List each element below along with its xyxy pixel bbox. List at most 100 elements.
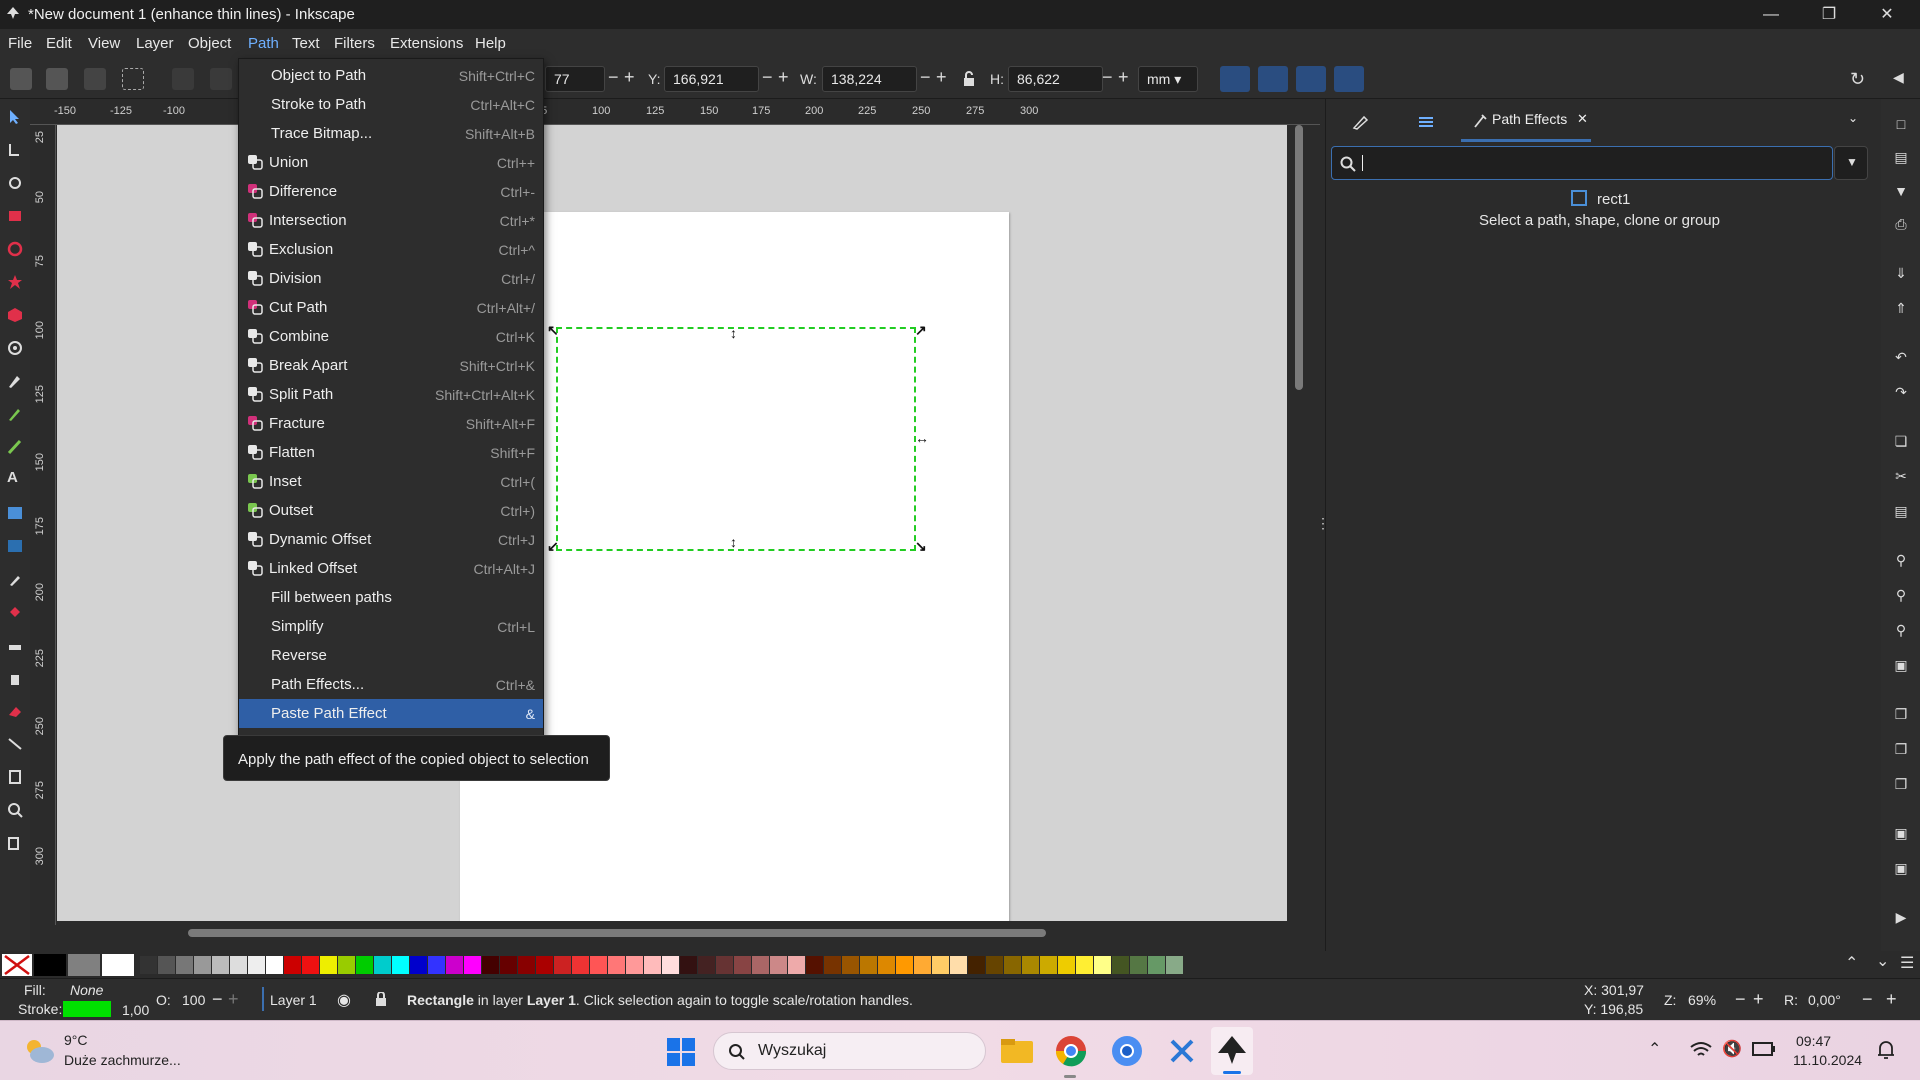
palette-swatch[interactable]: [302, 956, 319, 974]
ungroup-icon[interactable]: ▣: [1893, 860, 1909, 876]
palette-swatch[interactable]: [140, 956, 157, 974]
notification-bell-icon[interactable]: [1876, 1039, 1896, 1061]
layers-tab-icon[interactable]: [1417, 114, 1435, 130]
scale-handle-top-left[interactable]: ↖: [547, 323, 559, 337]
palette-swatch[interactable]: [284, 956, 301, 974]
menu-item-break-apart[interactable]: Break Apart Shift+Ctrl+K: [239, 351, 543, 380]
menu-item-fill-between-paths[interactable]: Fill between paths: [239, 583, 543, 612]
tab-path-effects[interactable]: Path Effects: [1492, 111, 1567, 127]
search-dropdown-button[interactable]: ▼: [1834, 146, 1868, 180]
zoom-selection-icon[interactable]: ⚲: [1893, 552, 1909, 568]
gray-swatch[interactable]: [68, 954, 100, 976]
h-increment-button[interactable]: +: [1118, 67, 1129, 88]
black-swatch[interactable]: [34, 954, 66, 976]
menu-item-intersection[interactable]: Intersection Ctrl+*: [239, 206, 543, 235]
3d-box-tool-icon[interactable]: [7, 307, 23, 323]
tweak-brush-tool-icon[interactable]: [7, 637, 23, 653]
menu-item-difference[interactable]: Difference Ctrl+-: [239, 177, 543, 206]
menu-item-fracture[interactable]: Fracture Shift+Alt+F: [239, 409, 543, 438]
palette-swatch[interactable]: [194, 956, 211, 974]
chrome-profile-icon[interactable]: [1111, 1035, 1143, 1067]
menu-item-inset[interactable]: Inset Ctrl+(: [239, 467, 543, 496]
zoom-tool-icon[interactable]: [7, 802, 23, 818]
palette-swatch[interactable]: [176, 956, 193, 974]
move-gradients-button[interactable]: [1296, 66, 1326, 92]
move-patterns-button[interactable]: [1334, 66, 1364, 92]
measure-tool-icon[interactable]: [7, 835, 23, 851]
palette-swatch[interactable]: [1004, 956, 1021, 974]
palette-menu-icon[interactable]: ☰: [1900, 953, 1914, 973]
copy-icon[interactable]: ❏: [1893, 433, 1909, 449]
palette-swatch[interactable]: [1166, 956, 1183, 974]
volume-muted-icon[interactable]: 🔇: [1722, 1039, 1742, 1059]
palette-swatch[interactable]: [680, 956, 697, 974]
unlink-clone-icon[interactable]: ❐: [1893, 776, 1909, 792]
menu-item-object-to-path[interactable]: Object to Path Shift+Ctrl+C: [239, 61, 543, 90]
palette-swatch[interactable]: [338, 956, 355, 974]
inkscape-taskbar-button[interactable]: [1211, 1027, 1253, 1075]
palette-swatch[interactable]: [464, 956, 481, 974]
opacity-increment-button[interactable]: +: [228, 989, 239, 1010]
palette-swatches[interactable]: [140, 956, 1890, 974]
redo-icon[interactable]: ↷: [1893, 384, 1909, 400]
palette-swatch[interactable]: [356, 956, 373, 974]
zoom-in-button[interactable]: +: [1753, 989, 1764, 1010]
print-icon[interactable]: ⎙: [1893, 216, 1909, 232]
menu-item-paste-path-effect[interactable]: Paste Path Effect &: [239, 699, 543, 728]
palette-swatch[interactable]: [1112, 956, 1129, 974]
palette-swatch[interactable]: [1148, 956, 1165, 974]
palette-swatch[interactable]: [230, 956, 247, 974]
spray-tool-icon[interactable]: [7, 670, 23, 686]
duplicate-icon[interactable]: ❐: [1893, 706, 1909, 722]
selected-rectangle[interactable]: [556, 327, 916, 551]
palette-swatch[interactable]: [698, 956, 715, 974]
wifi-icon[interactable]: [1690, 1041, 1712, 1059]
save-icon[interactable]: ▼: [1893, 183, 1909, 199]
scale-handle-bottom-right[interactable]: ↘: [915, 539, 927, 553]
zoom-out-button[interactable]: −: [1735, 989, 1746, 1010]
scale-handle-bottom-left[interactable]: ↙: [547, 539, 559, 553]
palette-swatch[interactable]: [212, 956, 229, 974]
paste-icon[interactable]: ▤: [1893, 503, 1909, 519]
fill-value[interactable]: None: [70, 982, 103, 998]
palette-swatch[interactable]: [896, 956, 913, 974]
chrome-icon[interactable]: [1055, 1035, 1087, 1067]
palette-swatch[interactable]: [590, 956, 607, 974]
palette-swatch[interactable]: [1022, 956, 1039, 974]
menu-item-division[interactable]: Division Ctrl+/: [239, 264, 543, 293]
menu-path[interactable]: Path: [248, 35, 279, 52]
group-icon[interactable]: ▣: [1893, 825, 1909, 841]
current-layer[interactable]: Layer 1: [270, 992, 317, 1008]
weather-desc[interactable]: Duże zachmurze...: [64, 1052, 181, 1068]
opacity-decrement-button[interactable]: −: [212, 989, 223, 1010]
palette-swatch[interactable]: [752, 956, 769, 974]
palette-swatch[interactable]: [572, 956, 589, 974]
lock-icon[interactable]: [375, 992, 387, 1007]
no-paint-swatch[interactable]: [2, 954, 32, 976]
clock-date[interactable]: 11.10.2024: [1793, 1052, 1862, 1068]
rotate-decrement-button[interactable]: −: [1862, 989, 1873, 1010]
menu-item-union[interactable]: Union Ctrl++: [239, 148, 543, 177]
palette-swatch[interactable]: [158, 956, 175, 974]
rotate-value[interactable]: 0,00°: [1808, 992, 1841, 1008]
menu-item-reverse[interactable]: Reverse: [239, 641, 543, 670]
spiral-tool-icon[interactable]: [7, 340, 23, 356]
menu-object[interactable]: Object: [188, 35, 231, 52]
rotate-ccw-icon[interactable]: [172, 68, 194, 90]
stroke-width[interactable]: 1,00: [122, 1002, 149, 1018]
palette-swatch[interactable]: [374, 956, 391, 974]
export-icon[interactable]: ⇑: [1893, 300, 1909, 316]
rectangle-tool-icon[interactable]: [7, 208, 23, 224]
palette-swatch[interactable]: [392, 956, 409, 974]
close-window-button[interactable]: ✕: [1858, 0, 1916, 29]
palette-swatch[interactable]: [878, 956, 895, 974]
scale-handle-top-right[interactable]: ↗: [915, 323, 927, 337]
tray-chevron-icon[interactable]: ⌃: [1648, 1039, 1661, 1059]
windows-start-icon[interactable]: [666, 1037, 696, 1067]
palette-swatch[interactable]: [1094, 956, 1111, 974]
lock-ratio-icon[interactable]: [962, 71, 976, 87]
stroke-color-indicator[interactable]: [63, 1001, 111, 1017]
menu-file[interactable]: File: [8, 35, 32, 52]
star-tool-icon[interactable]: [7, 274, 23, 290]
palette-swatch[interactable]: [536, 956, 553, 974]
